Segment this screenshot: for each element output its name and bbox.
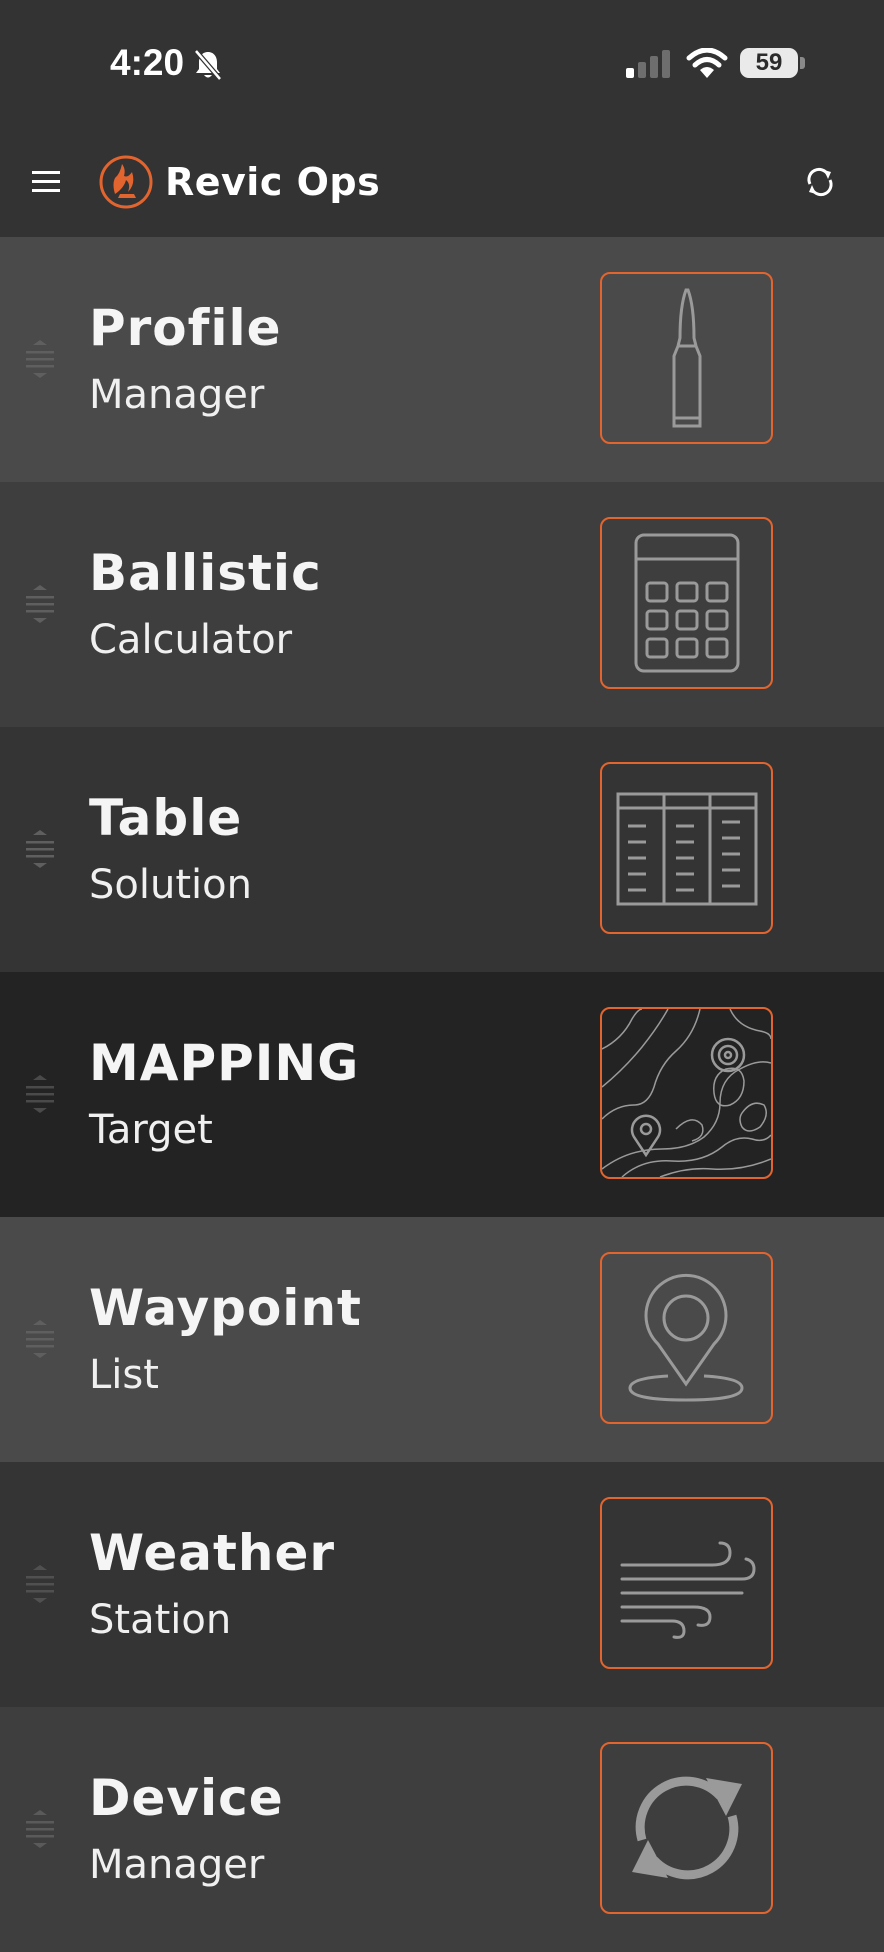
menu-item-title: Ballistic xyxy=(89,544,322,602)
battery-icon: 59 xyxy=(740,48,798,78)
drag-handle-icon[interactable] xyxy=(22,584,58,628)
menu-item-waypoint-list[interactable]: Waypoint List xyxy=(0,1217,884,1462)
menu-list: Profile Manager Ballistic Calculator Tab… xyxy=(0,237,884,1952)
menu-item-subtitle: Manager xyxy=(89,372,265,418)
wind-icon xyxy=(620,1541,756,1639)
menu-item-tile[interactable] xyxy=(600,762,773,934)
app-title: Revic Ops xyxy=(165,160,381,204)
menu-item-tile[interactable] xyxy=(600,1497,773,1669)
drag-handle-icon[interactable] xyxy=(22,1809,58,1853)
menu-item-subtitle: Calculator xyxy=(89,617,293,663)
menu-item-tile[interactable] xyxy=(600,1742,773,1914)
bullet-cartridge-icon xyxy=(672,288,702,428)
location-pin-icon xyxy=(628,1273,744,1402)
bell-slash-icon xyxy=(192,48,224,86)
menu-item-subtitle: Station xyxy=(89,1597,232,1643)
wifi-icon xyxy=(686,47,728,82)
menu-item-subtitle: Solution xyxy=(89,862,252,908)
calculator-icon xyxy=(634,533,740,673)
drag-handle-icon[interactable] xyxy=(22,1074,58,1118)
table-icon xyxy=(616,792,758,906)
sync-icon[interactable] xyxy=(802,164,838,204)
drag-handle-icon[interactable] xyxy=(22,339,58,383)
menu-item-tile[interactable] xyxy=(600,272,773,444)
topo-map-icon xyxy=(602,1009,771,1177)
menu-item-device-manager[interactable]: Device Manager xyxy=(0,1707,884,1952)
drag-handle-icon[interactable] xyxy=(22,829,58,873)
menu-item-mapping-target[interactable]: MAPPING Target xyxy=(0,972,884,1217)
menu-item-tile[interactable] xyxy=(600,1007,773,1179)
drag-handle-icon[interactable] xyxy=(22,1319,58,1363)
menu-item-ballistic-calculator[interactable]: Ballistic Calculator xyxy=(0,482,884,727)
menu-item-subtitle: Target xyxy=(89,1107,213,1153)
menu-item-table-solution[interactable]: Table Solution xyxy=(0,727,884,972)
status-time: 4:20 xyxy=(110,42,185,83)
menu-item-subtitle: Manager xyxy=(89,1842,265,1888)
menu-item-tile[interactable] xyxy=(600,517,773,689)
menu-item-subtitle: List xyxy=(89,1352,159,1398)
menu-item-title: Weather xyxy=(89,1524,336,1582)
menu-item-weather-station[interactable]: Weather Station xyxy=(0,1462,884,1707)
cellular-signal-icon xyxy=(626,50,672,82)
battery-nub xyxy=(800,57,805,69)
menu-item-tile[interactable] xyxy=(600,1252,773,1424)
menu-item-title: Device xyxy=(89,1769,284,1827)
drag-handle-icon[interactable] xyxy=(22,1564,58,1608)
menu-icon[interactable] xyxy=(30,168,62,200)
menu-item-title: Table xyxy=(89,789,243,847)
status-bar: 4:20 59 xyxy=(0,0,884,130)
menu-item-title: Waypoint xyxy=(89,1279,362,1337)
revic-logo-icon xyxy=(98,154,154,214)
app-bar: Revic Ops xyxy=(0,130,884,237)
menu-item-title: MAPPING xyxy=(89,1034,360,1092)
menu-item-title: Profile xyxy=(89,299,282,357)
menu-item-profile-manager[interactable]: Profile Manager xyxy=(0,237,884,482)
device-sync-icon xyxy=(632,1776,742,1880)
